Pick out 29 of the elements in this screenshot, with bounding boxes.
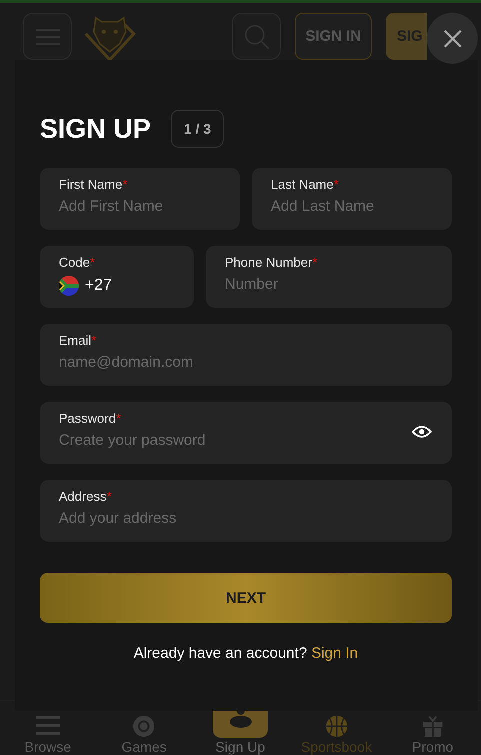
eye-icon[interactable]: [412, 425, 432, 439]
field-label: Code*: [59, 255, 96, 270]
field-label: Email*: [59, 333, 98, 348]
dialog-title: SIGN UP: [40, 114, 152, 144]
menu-icon: [35, 715, 62, 737]
chip-icon: [132, 715, 156, 738]
field-label: Last Name*: [271, 177, 340, 192]
field-label: Phone Number*: [225, 255, 319, 270]
text-input[interactable]: Add your address: [59, 510, 380, 527]
text-input[interactable]: Add Last Name: [271, 198, 412, 215]
text-input[interactable]: Add First Name: [59, 198, 200, 215]
close-icon: [444, 30, 462, 48]
field-label: Password*: [59, 411, 122, 426]
step-indicator: 1 / 3: [171, 110, 224, 148]
code-value: +27: [85, 277, 112, 295]
nav-tab[interactable]: Browse: [0, 701, 96, 755]
account-prompt: Already have an account?: [134, 645, 308, 662]
sign-in-link[interactable]: Sign In: [311, 645, 358, 662]
field-label: Address*: [59, 489, 113, 504]
next-button[interactable]: NEXT: [40, 573, 452, 623]
flag-icon: [59, 276, 79, 296]
text-input[interactable]: Number: [225, 276, 404, 293]
field-label: First Name*: [59, 177, 129, 192]
password-input[interactable]: Create your password: [59, 432, 380, 449]
text-input[interactable]: name@domain.com: [59, 354, 380, 371]
country-code-select[interactable]: Code* +27: [40, 246, 194, 308]
nav-tab[interactable]: Promo: [384, 701, 481, 755]
gift-icon: [420, 715, 445, 738]
basketball-icon: [324, 715, 350, 738]
